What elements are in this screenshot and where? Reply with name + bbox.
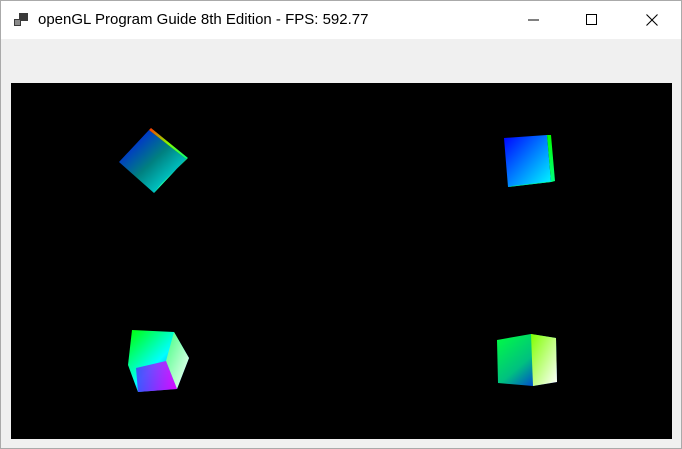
cube-bottom-right (497, 334, 557, 386)
title-bar[interactable]: openGL Program Guide 8th Edition - FPS: … (1, 1, 681, 39)
opengl-viewport[interactable] (11, 83, 672, 439)
cube-top-left (119, 128, 188, 193)
minimize-icon (528, 19, 539, 21)
maximize-icon (586, 14, 597, 25)
cube-bottom-left (128, 330, 189, 392)
close-icon (646, 14, 658, 26)
maximize-button[interactable] (563, 1, 621, 39)
close-button[interactable] (623, 1, 681, 39)
minimize-button[interactable] (505, 1, 563, 39)
application-window: openGL Program Guide 8th Edition - FPS: … (0, 0, 682, 449)
window-title: openGL Program Guide 8th Edition - FPS: … (38, 11, 369, 28)
render-surface (119, 128, 557, 392)
application-window-icon[interactable] (13, 12, 29, 28)
cube-top-right (504, 135, 555, 187)
